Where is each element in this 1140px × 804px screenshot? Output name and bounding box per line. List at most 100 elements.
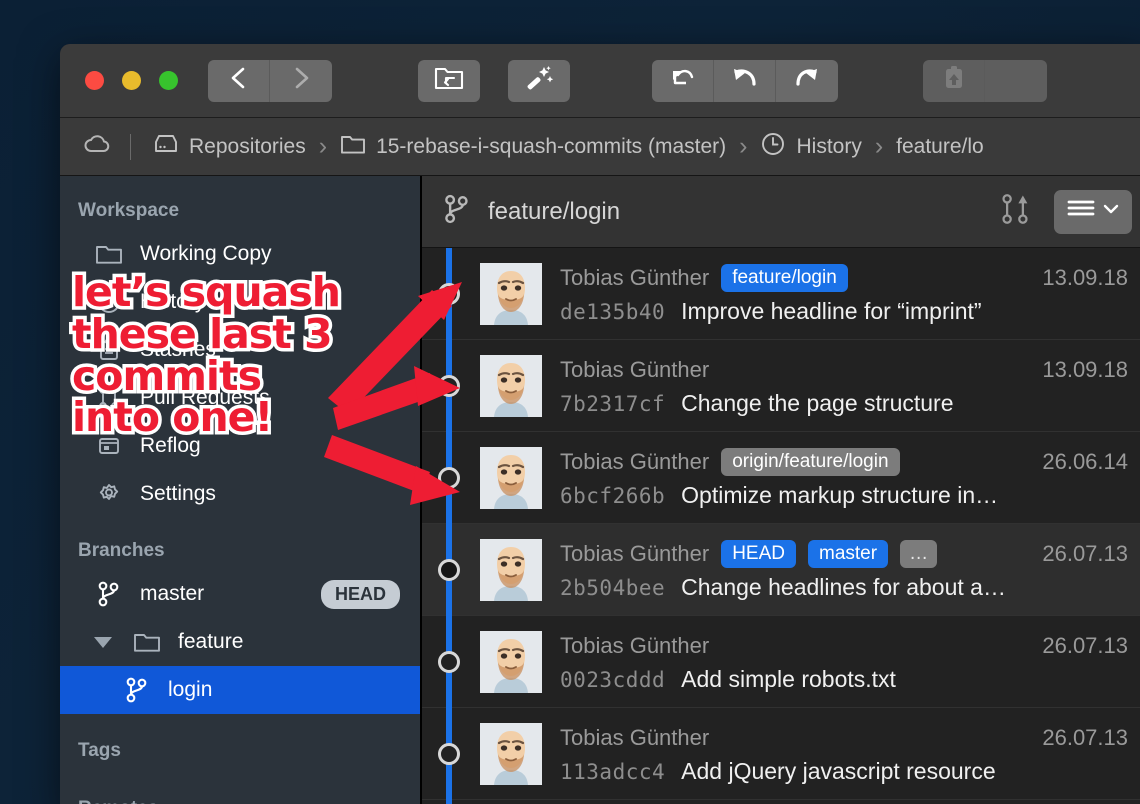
breadcrumb-label: feature/lo	[896, 135, 984, 159]
commit-meta: Tobias Günther feature/login 13.09.18	[560, 262, 1140, 294]
breadcrumb-item-repository[interactable]: 15-rebase-i-squash-commits (master)	[340, 133, 726, 161]
commit-graph-node	[438, 651, 460, 673]
commit-sha: 0023cddd	[560, 668, 665, 692]
history-action-group	[652, 60, 838, 102]
folder-icon	[132, 631, 162, 653]
cloud-icon[interactable]	[82, 132, 112, 161]
sidebar: Workspace Working Copy History Stashes	[60, 176, 422, 804]
commit-date: 26.06.14	[1042, 449, 1140, 475]
breadcrumb-separator: ›	[875, 132, 883, 161]
commit-graph-node	[438, 375, 460, 397]
minimize-button[interactable]	[122, 71, 141, 90]
sidebar-section-remotes: Remotes	[60, 770, 420, 804]
commit-author: Tobias Günther	[560, 725, 709, 751]
commit-graph-node	[438, 559, 460, 581]
stash-icon	[94, 337, 124, 363]
redo-button[interactable]	[776, 60, 838, 102]
commit-summary: de135b40 Improve headline for “imprint”	[560, 298, 1140, 325]
breadcrumb-item-history[interactable]: History	[760, 131, 861, 163]
drive-icon	[153, 133, 179, 161]
commit-meta: Tobias Günther 26.07.13	[560, 630, 1140, 662]
sidebar-item-pull-requests[interactable]: Pull Requests	[60, 374, 420, 422]
sidebar-item-feature-login[interactable]: login	[60, 666, 420, 714]
open-repository-button[interactable]	[418, 60, 480, 102]
commit-row[interactable]: Tobias Günther feature/login 13.09.18 de…	[422, 248, 1140, 340]
compare-branches-icon[interactable]	[998, 191, 1032, 232]
commit-list[interactable]: Tobias Günther feature/login 13.09.18 de…	[422, 248, 1140, 804]
sidebar-item-feature-folder[interactable]: feature	[60, 618, 420, 666]
maximize-button[interactable]	[159, 71, 178, 90]
stash-extra-button[interactable]	[985, 60, 1047, 102]
breadcrumb-separator: ›	[319, 132, 327, 161]
gear-icon	[94, 481, 124, 507]
avatar	[480, 355, 542, 417]
undo-button[interactable]	[714, 60, 776, 102]
ref-badge-head[interactable]: HEAD	[721, 540, 796, 568]
commit-sha: 113adcc4	[560, 760, 665, 784]
ref-badge-master[interactable]: master	[808, 540, 888, 568]
sidebar-item-working-copy[interactable]: Working Copy	[60, 230, 420, 278]
ref-badge-more[interactable]: …	[900, 540, 937, 568]
sidebar-item-label: Stashes	[140, 338, 216, 362]
avatar	[480, 263, 542, 325]
stash-button[interactable]	[923, 60, 985, 102]
commit-sha: 2b504bee	[560, 576, 665, 600]
sidebar-item-label: login	[168, 678, 212, 702]
traffic-lights	[85, 71, 178, 90]
repository-button-group	[418, 60, 570, 102]
avatar	[480, 631, 542, 693]
ref-badge[interactable]: origin/feature/login	[721, 448, 899, 476]
reflog-icon	[94, 433, 124, 459]
sidebar-item-label: History	[140, 290, 205, 314]
chevron-down-icon[interactable]	[94, 637, 112, 648]
sidebar-item-history[interactable]: History	[60, 278, 420, 326]
commit-subject: Add jQuery javascript resource	[681, 758, 995, 785]
back-button[interactable]	[208, 60, 270, 102]
commit-subject: Change the page structure	[681, 390, 953, 417]
sidebar-item-stashes[interactable]: Stashes	[60, 326, 420, 374]
view-options-menu[interactable]	[1054, 190, 1132, 234]
commit-text: Tobias Günther 26.07.13 113adcc4 Add jQu…	[560, 722, 1140, 785]
branch-icon	[442, 193, 472, 230]
commit-row[interactable]: Tobias Günther 26.07.13 0023cddd Add sim…	[422, 616, 1140, 708]
commit-row[interactable]: Tobias Günther origin/feature/login 26.0…	[422, 432, 1140, 524]
folder-enter-icon	[434, 65, 464, 96]
commit-sha: 7b2317cf	[560, 392, 665, 416]
sidebar-item-reflog[interactable]: Reflog	[60, 422, 420, 470]
tower-app-window: Repositories › 15-rebase-i-squash-commit…	[60, 44, 1140, 804]
stash-button-group	[923, 60, 1047, 102]
commit-text: Tobias Günther 13.09.18 7b2317cf Change …	[560, 354, 1140, 417]
forward-button[interactable]	[270, 60, 332, 102]
ref-badge[interactable]: feature/login	[721, 264, 848, 292]
clipboard-up-icon	[940, 64, 968, 97]
commit-graph-node	[438, 743, 460, 765]
breadcrumb-item-repositories[interactable]: Repositories	[153, 133, 306, 161]
sidebar-item-master[interactable]: master HEAD	[60, 570, 420, 618]
window-titlebar	[60, 44, 1140, 118]
commit-date: 13.09.18	[1042, 265, 1140, 291]
commit-row[interactable]: Tobias Günther 13.09.18 7b2317cf Change …	[422, 340, 1140, 432]
close-button[interactable]	[85, 71, 104, 90]
branch-title: feature/login	[488, 198, 620, 226]
breadcrumb-item-branch[interactable]: feature/lo	[896, 135, 984, 159]
magic-wand-button[interactable]	[508, 60, 570, 102]
commit-row[interactable]: Tobias Günther HEAD master … 26.07.13 2b…	[422, 524, 1140, 616]
discard-button[interactable]	[652, 60, 714, 102]
sidebar-section-branches: Branches	[60, 518, 420, 570]
head-badge: HEAD	[321, 580, 400, 609]
commit-sha: de135b40	[560, 300, 665, 324]
window-content: Workspace Working Copy History Stashes	[60, 176, 1140, 804]
commit-row[interactable]: Tobias Günther 26.07.13 113adcc4 Add jQu…	[422, 708, 1140, 800]
arrow-branch-back-icon	[669, 65, 697, 96]
sidebar-item-settings[interactable]: Settings	[60, 470, 420, 518]
breadcrumb-divider	[130, 134, 131, 160]
arrow-redo-icon	[793, 65, 821, 96]
commit-date: 26.07.13	[1042, 541, 1140, 567]
commit-text: Tobias Günther 26.07.13 0023cddd Add sim…	[560, 630, 1140, 693]
branch-icon	[94, 580, 124, 608]
commit-author: Tobias Günther	[560, 357, 709, 383]
commit-subject: Change headlines for about a…	[681, 574, 1006, 601]
avatar	[480, 539, 542, 601]
commit-author: Tobias Günther	[560, 449, 709, 475]
sidebar-section-tags: Tags	[60, 714, 420, 770]
